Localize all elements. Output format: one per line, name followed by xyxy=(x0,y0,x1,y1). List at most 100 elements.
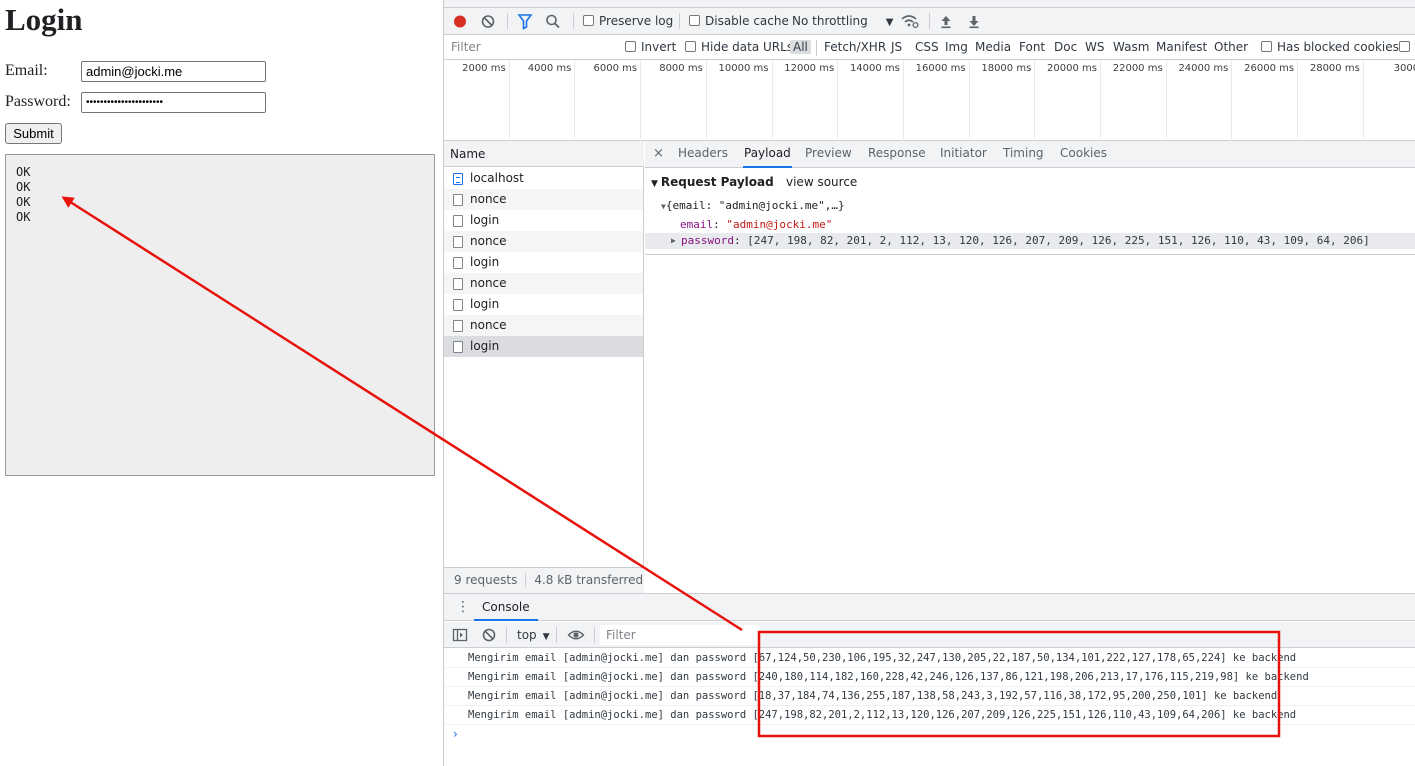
request-row[interactable]: login xyxy=(444,294,643,315)
output-box: OK OK OK OK xyxy=(5,154,435,476)
type-filter-ws[interactable]: WS xyxy=(1085,35,1104,60)
request-row[interactable]: login xyxy=(444,252,643,273)
search-icon[interactable] xyxy=(545,8,561,35)
toolbar-divider xyxy=(929,13,930,29)
request-name: nonce xyxy=(470,234,507,248)
sidebar-toggle-icon[interactable] xyxy=(452,622,468,648)
type-filter-media[interactable]: Media xyxy=(975,35,1011,60)
console-message: Mengirim email [admin@jocki.me] dan pass… xyxy=(444,706,1415,725)
file-icon xyxy=(453,215,463,227)
disable-cache-checkbox[interactable]: Disable cache xyxy=(689,8,789,35)
console-message: Mengirim email [admin@jocki.me] dan pass… xyxy=(444,687,1415,706)
clear-icon[interactable] xyxy=(481,8,495,35)
type-filter-wasm[interactable]: Wasm xyxy=(1113,35,1149,60)
triangle-right-icon: ▶ xyxy=(671,236,676,245)
name-column-header[interactable]: Name xyxy=(444,141,644,167)
request-name: login xyxy=(470,339,500,353)
type-filter-css[interactable]: CSS xyxy=(915,35,939,60)
type-filter-other[interactable]: Other xyxy=(1214,35,1248,60)
file-icon xyxy=(453,257,463,269)
toolbar-divider xyxy=(594,627,595,643)
output-line: OK xyxy=(16,195,31,209)
type-filter-img[interactable]: Img xyxy=(945,35,968,60)
password-field[interactable]: •••••••••••••••••••••• xyxy=(81,92,266,113)
more-vert-icon[interactable]: ⋮ xyxy=(456,594,470,620)
email-field[interactable]: admin@jocki.me xyxy=(81,61,266,82)
network-overview-timeline[interactable]: 2000 ms 4000 ms 6000 ms 8000 ms 10000 ms 1200… xyxy=(444,60,1415,141)
context-select[interactable]: top ▼ xyxy=(517,622,550,648)
email-label: Email: xyxy=(5,62,48,79)
request-row[interactable]: nonce xyxy=(444,273,643,294)
view-source-link[interactable]: view source xyxy=(786,175,857,189)
tab-cookies[interactable]: Cookies xyxy=(1060,141,1107,168)
request-row[interactable]: login xyxy=(444,210,643,231)
payload-object-summary[interactable]: ▼{email: "admin@jocki.me",…} xyxy=(661,199,845,212)
network-toolbar: Preserve log Disable cache No throttling… xyxy=(444,8,1415,35)
request-row[interactable]: nonce xyxy=(444,315,643,336)
submit-button[interactable]: Submit xyxy=(5,123,62,144)
console-message: Mengirim email [admin@jocki.me] dan pass… xyxy=(444,668,1415,687)
type-filter-fetch-xhr[interactable]: Fetch/XHR xyxy=(824,35,886,60)
disable-cache-label: Disable cache xyxy=(705,14,789,28)
network-filter-input[interactable]: Filter xyxy=(446,38,611,56)
request-name: login xyxy=(470,255,500,269)
divider xyxy=(645,254,1415,255)
file-icon xyxy=(453,236,463,248)
output-line: OK xyxy=(16,180,31,194)
type-filter-manifest[interactable]: Manifest xyxy=(1156,35,1207,60)
record-icon[interactable] xyxy=(453,8,467,35)
hide-data-urls-label: Hide data URLs xyxy=(701,40,794,54)
close-icon[interactable]: × xyxy=(653,141,664,168)
type-filter-js[interactable]: JS xyxy=(891,35,902,60)
upload-icon[interactable] xyxy=(939,8,953,35)
tab-headers[interactable]: Headers xyxy=(678,141,728,168)
invert-checkbox[interactable]: Invert xyxy=(625,35,676,60)
request-count: 9 requests xyxy=(454,573,518,587)
tab-console[interactable]: Console xyxy=(474,594,538,621)
clear-console-icon[interactable] xyxy=(482,622,496,648)
tab-payload[interactable]: Payload xyxy=(743,141,792,168)
transferred-size: 4.8 kB transferred xyxy=(534,573,644,587)
property-key: password xyxy=(681,234,734,247)
request-row[interactable]: nonce xyxy=(444,231,643,252)
request-row-selected[interactable]: login xyxy=(444,336,643,357)
payload-password-property[interactable]: ▶ password: [247, 198, 82, 201, 2, 112, 1… xyxy=(645,233,1415,249)
file-icon xyxy=(453,320,463,332)
request-row[interactable]: nonce xyxy=(444,189,643,210)
console-message: Mengirim email [admin@jocki.me] dan pass… xyxy=(444,649,1415,668)
type-filter-doc[interactable]: Doc xyxy=(1054,35,1077,60)
property-value: "admin@jocki.me" xyxy=(726,218,833,231)
page-title: Login xyxy=(5,2,83,37)
type-filter-font[interactable]: Font xyxy=(1019,35,1045,60)
throttling-value: No throttling xyxy=(792,14,868,28)
download-icon[interactable] xyxy=(967,8,981,35)
triangle-down-icon: ▼ xyxy=(651,179,658,189)
console-prompt[interactable]: › xyxy=(453,727,458,741)
has-blocked-cookies-label: Has blocked cookies xyxy=(1277,40,1399,54)
tab-preview[interactable]: Preview xyxy=(805,141,852,168)
request-row[interactable]: localhost xyxy=(444,168,643,189)
filter-icon[interactable] xyxy=(517,8,533,35)
hide-data-urls-checkbox[interactable]: Hide data URLs xyxy=(685,35,793,60)
request-detail-panel: × Headers Payload Preview Response Initi… xyxy=(645,141,1415,593)
has-blocked-cookies-checkbox[interactable]: Has blocked cookies xyxy=(1261,35,1399,60)
request-name: login xyxy=(470,297,500,311)
console-filter-input[interactable]: Filter xyxy=(600,625,760,645)
eye-icon[interactable] xyxy=(567,622,585,648)
request-name: nonce xyxy=(470,192,507,206)
wifi-settings-icon[interactable] xyxy=(900,8,920,35)
file-icon xyxy=(453,341,463,353)
property-value: [247, 198, 82, 201, 2, 112, 13, 120, 126… xyxy=(747,234,1370,247)
blocked-requests-checkbox[interactable] xyxy=(1399,35,1415,60)
tab-response[interactable]: Response xyxy=(868,141,926,168)
tab-timing[interactable]: Timing xyxy=(1003,141,1044,168)
preserve-log-checkbox[interactable]: Preserve log xyxy=(583,8,673,35)
type-filter-all[interactable]: All xyxy=(790,35,811,60)
network-status-bar: 9 requests 4.8 kB transferred xyxy=(444,567,644,593)
chevron-down-icon: ▼ xyxy=(542,632,550,642)
throttling-select[interactable]: No throttling ▼ xyxy=(792,8,893,35)
preserve-log-label: Preserve log xyxy=(599,14,674,28)
request-name: localhost xyxy=(470,171,524,185)
tab-initiator[interactable]: Initiator xyxy=(940,141,987,168)
request-payload-heading[interactable]: ▼ Request Payload xyxy=(651,175,774,189)
